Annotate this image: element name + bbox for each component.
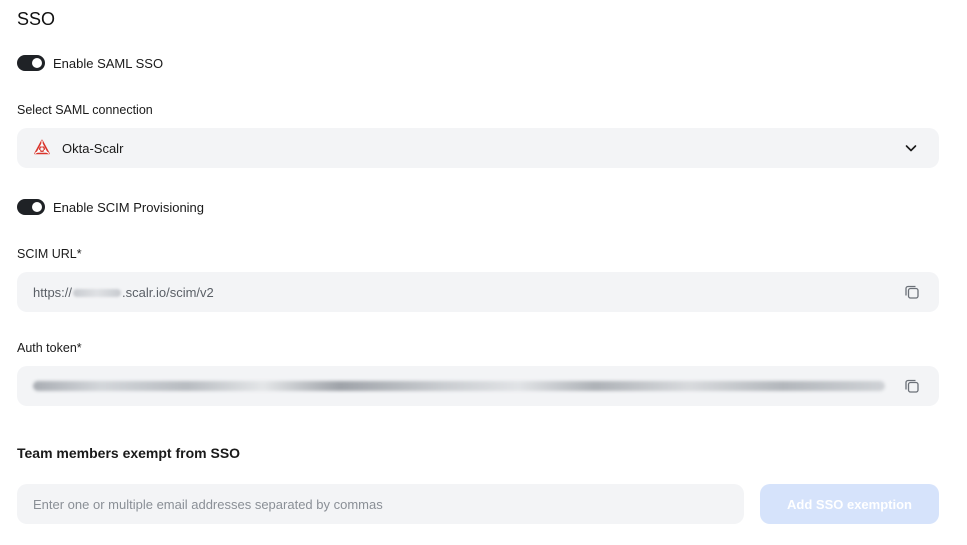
saml-sso-toggle-label: Enable SAML SSO — [53, 55, 164, 71]
auth-token-label: Auth token* — [17, 341, 82, 355]
add-sso-exemption-button[interactable]: Add SSO exemption — [760, 484, 939, 524]
copy-icon[interactable] — [903, 377, 921, 395]
scim-url-field: https:// .scalr.io/scim/v2 — [17, 272, 939, 312]
saml-connection-label: Select SAML connection — [17, 103, 153, 117]
saml-sso-toggle[interactable] — [17, 55, 45, 71]
scim-url-prefix: https:// — [33, 284, 73, 300]
okta-icon — [33, 139, 51, 157]
scim-provisioning-toggle[interactable] — [17, 199, 45, 215]
saml-connection-select[interactable]: Okta-Scalr — [17, 128, 939, 168]
exempt-email-input[interactable] — [17, 484, 744, 524]
toggle-knob — [32, 202, 42, 212]
scim-url-label: SCIM URL* — [17, 247, 82, 261]
scim-url-value: https:// .scalr.io/scim/v2 — [33, 285, 903, 300]
scim-toggle-row: Enable SCIM Provisioning — [17, 197, 204, 217]
auth-token-field — [17, 366, 939, 406]
page-title: SSO — [17, 9, 56, 29]
toggle-knob — [32, 58, 42, 68]
saml-connection-value: Okta-Scalr — [62, 140, 124, 156]
scim-url-suffix: .scalr.io/scim/v2 — [122, 284, 214, 300]
scim-provisioning-toggle-label: Enable SCIM Provisioning — [53, 199, 205, 215]
redacted-token — [33, 381, 885, 391]
exempt-section-heading: Team members exempt from SSO — [17, 445, 241, 461]
redacted-text — [73, 289, 122, 298]
copy-icon[interactable] — [903, 283, 921, 301]
chevron-down-icon[interactable] — [903, 140, 919, 156]
saml-toggle-row: Enable SAML SSO — [17, 53, 163, 73]
